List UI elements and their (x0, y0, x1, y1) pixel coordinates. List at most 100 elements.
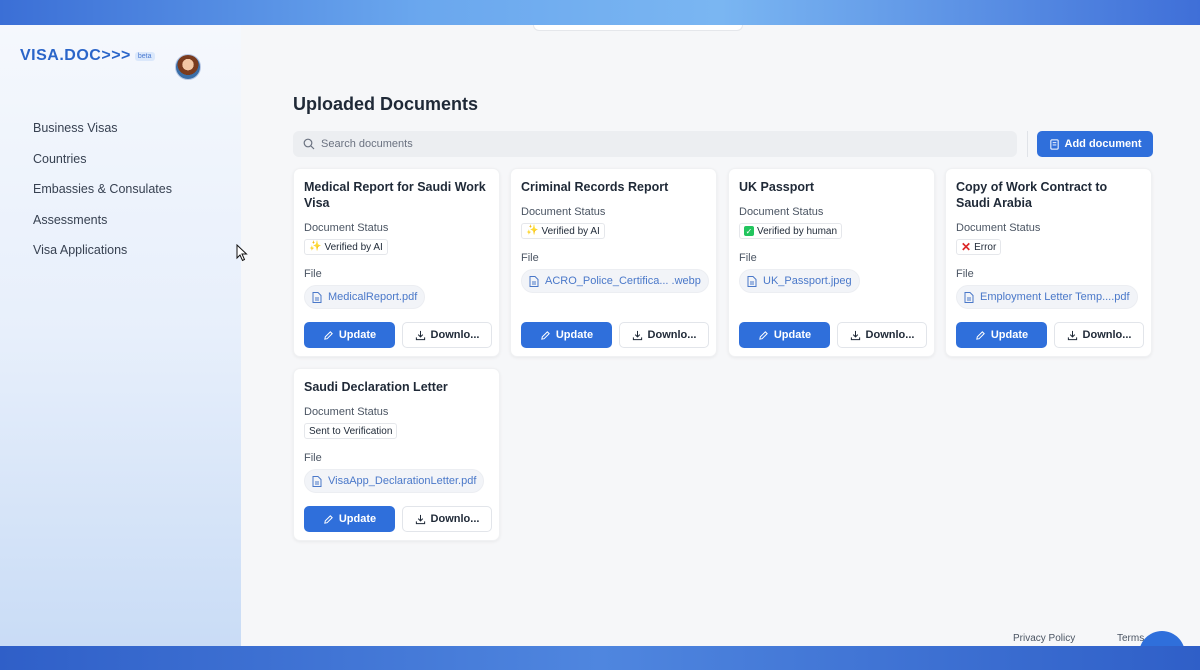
logo-text: VISA.DOC>>> (20, 47, 131, 64)
document-title: Saudi Declaration Letter (304, 380, 448, 394)
status-label: Document Status (304, 406, 389, 418)
download-label: Downlo... (430, 513, 480, 525)
search-input[interactable] (321, 138, 921, 150)
pencil-icon (324, 330, 333, 340)
status-badge: ✨ Verified by AI (521, 223, 605, 239)
sidebar-nav: Business Visas Countries Embassies & Con… (33, 121, 172, 274)
file-link[interactable]: ACRO_Police_Certifica... .webp (521, 269, 709, 293)
download-button[interactable]: Downlo... (619, 322, 709, 348)
file-label: File (304, 452, 322, 464)
pencil-icon (976, 330, 985, 340)
beta-badge: beta (134, 51, 155, 61)
file-link[interactable]: VisaApp_DeclarationLetter.pdf (304, 469, 485, 493)
status-text: Error (974, 241, 997, 253)
update-label: Update (555, 329, 594, 341)
divider (1027, 131, 1028, 157)
download-button[interactable]: Downlo... (402, 506, 492, 532)
file-name: MedicalReport.pdf (328, 291, 418, 303)
status-badge: Sent to Verification (304, 423, 398, 439)
sidebar-item-embassies[interactable]: Embassies & Consulates (33, 182, 172, 213)
update-button[interactable]: Update (304, 322, 395, 348)
avatar[interactable] (175, 54, 201, 80)
add-document-button[interactable]: Add document (1037, 131, 1153, 157)
download-label: Downlo... (1082, 329, 1132, 341)
search-bar[interactable] (293, 131, 1017, 157)
download-label: Downlo... (865, 329, 915, 341)
status-label: Document Status (956, 222, 1041, 234)
update-button[interactable]: Update (739, 322, 830, 348)
document-card: Copy of Work Contract to Saudi Arabia Do… (945, 168, 1152, 357)
file-name: VisaApp_DeclarationLetter.pdf (328, 475, 477, 487)
status-text: Verified by AI (324, 241, 383, 253)
document-title: Copy of Work Contract to Saudi Arabia (956, 180, 1108, 210)
pencil-icon (541, 330, 550, 340)
file-link[interactable]: UK_Passport.jpeg (739, 269, 860, 293)
update-button[interactable]: Update (304, 506, 395, 532)
document-add-icon (1049, 138, 1059, 150)
file-label: File (521, 252, 539, 264)
download-icon (850, 330, 860, 340)
status-label: Document Status (739, 206, 824, 218)
update-label: Update (773, 329, 812, 341)
download-label: Downlo... (647, 329, 697, 341)
status-text: Sent to Verification (309, 425, 393, 437)
download-button[interactable]: Downlo... (1054, 322, 1144, 348)
download-icon (415, 330, 425, 340)
file-link[interactable]: Employment Letter Temp....pdf (956, 285, 1138, 309)
file-icon (312, 291, 322, 303)
error-icon: ✕ (961, 240, 972, 254)
document-title: Criminal Records Report (521, 180, 669, 194)
status-badge: ✨ Verified by AI (304, 239, 388, 255)
chat-fab-button[interactable] (1139, 631, 1185, 646)
status-text: Verified by human (757, 225, 838, 237)
download-icon (415, 514, 425, 524)
sparkle-icon: ✨ (526, 225, 539, 236)
file-link[interactable]: MedicalReport.pdf (304, 285, 426, 309)
document-card: Criminal Records Report Document Status … (510, 168, 717, 357)
page-title: Uploaded Documents (293, 94, 479, 114)
download-label: Downlo... (430, 329, 480, 341)
update-label: Update (338, 329, 377, 341)
download-button[interactable]: Downlo... (837, 322, 927, 348)
file-name: ACRO_Police_Certifica... .webp (545, 275, 701, 287)
status-badge: ✓ Verified by human (739, 223, 843, 239)
terms-link[interactable]: Terms (1117, 633, 1144, 644)
pencil-icon (324, 514, 333, 524)
file-icon (312, 475, 322, 487)
pencil-icon (759, 330, 768, 340)
status-text: Verified by AI (541, 225, 600, 237)
search-icon (303, 138, 315, 150)
sidebar-item-assessments[interactable]: Assessments (33, 213, 172, 244)
update-button[interactable]: Update (956, 322, 1047, 348)
app-window: VISA.DOC>>> beta Business Visas Countrie… (0, 25, 1200, 646)
status-label: Document Status (521, 206, 606, 218)
document-card: Medical Report for Saudi Work Visa Docum… (293, 168, 500, 357)
sidebar: VISA.DOC>>> beta Business Visas Countrie… (0, 25, 248, 646)
add-document-label: Add document (1064, 138, 1142, 150)
top-card-stub (533, 25, 743, 31)
sparkle-icon: ✨ (309, 241, 322, 252)
file-name: UK_Passport.jpeg (763, 275, 852, 287)
update-button[interactable]: Update (521, 322, 612, 348)
status-label: Document Status (304, 222, 389, 234)
sidebar-item-business-visas[interactable]: Business Visas (33, 121, 172, 152)
update-label: Update (990, 329, 1029, 341)
download-icon (632, 330, 642, 340)
file-label: File (956, 268, 974, 280)
update-label: Update (338, 513, 377, 525)
privacy-policy-link[interactable]: Privacy Policy (1013, 633, 1075, 644)
sidebar-item-visa-applications[interactable]: Visa Applications (33, 243, 172, 274)
check-icon: ✓ (744, 226, 754, 236)
sidebar-item-countries[interactable]: Countries (33, 152, 172, 183)
file-icon (964, 291, 974, 303)
document-title: UK Passport (739, 180, 815, 194)
download-button[interactable]: Downlo... (402, 322, 492, 348)
document-card: Saudi Declaration Letter Document Status… (293, 368, 500, 541)
status-badge: ✕ Error (956, 239, 1002, 255)
download-icon (1067, 330, 1077, 340)
logo[interactable]: VISA.DOC>>> beta (20, 47, 155, 65)
file-icon (747, 275, 757, 287)
document-title: Medical Report for Saudi Work Visa (304, 180, 486, 210)
file-name: Employment Letter Temp....pdf (980, 291, 1130, 303)
main-content: Uploaded Documents Add document Medical … (241, 25, 1200, 646)
